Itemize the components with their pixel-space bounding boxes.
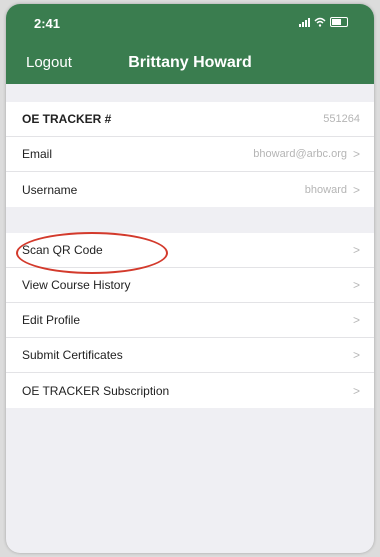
chevron-right-icon: > — [352, 147, 360, 161]
email-label: Email — [22, 147, 53, 161]
edit-profile-item[interactable]: Edit Profile > — [6, 303, 374, 338]
oe-tracker-value: 551264 — [323, 113, 360, 125]
username-value: bhoward — [304, 183, 347, 196]
chevron-right-icon: > — [352, 243, 360, 257]
highlight-circle — [16, 232, 168, 274]
chevron-right-icon: > — [352, 348, 360, 362]
email-value: bhoward@arbc.org — [253, 148, 347, 160]
submit-certificates-item[interactable]: Submit Certificates > — [6, 338, 374, 373]
menu-item-label: Edit Profile — [22, 313, 81, 327]
wifi-icon — [314, 17, 326, 27]
battery-icon — [330, 17, 348, 27]
oe-tracker-row: OE TRACKER # 551264 — [6, 102, 374, 137]
username-label: Username — [22, 182, 78, 197]
username-row[interactable]: Username bhoward > — [6, 172, 374, 207]
status-icons — [299, 17, 348, 27]
oe-tracker-subscription-item[interactable]: OE TRACKER Subscription > — [6, 373, 374, 408]
menu-item-label: Submit Certificates — [22, 348, 123, 362]
header-bar: 2:41 Logout Brittany Howard — [6, 4, 374, 84]
menu-item-label: OE TRACKER Subscription — [22, 383, 170, 398]
chevron-right-icon: > — [352, 182, 360, 197]
page-title: Brittany Howard — [128, 54, 252, 71]
view-course-history-item[interactable]: View Course History > — [6, 268, 374, 303]
phone-screen: 2:41 Logout Brittany Howard OE TRACKER #… — [6, 4, 374, 553]
email-row[interactable]: Email bhoward@arbc.org > — [6, 137, 374, 172]
chevron-right-icon: > — [352, 313, 360, 327]
chevron-right-icon: > — [352, 383, 360, 398]
chevron-right-icon: > — [352, 278, 360, 292]
signal-icon — [299, 17, 310, 27]
account-info-group: OE TRACKER # 551264 Email bhoward@arbc.o… — [6, 102, 374, 207]
oe-tracker-label: OE TRACKER # — [22, 112, 112, 126]
status-time: 2:41 — [34, 16, 61, 31]
menu-item-label: View Course History — [22, 278, 131, 292]
